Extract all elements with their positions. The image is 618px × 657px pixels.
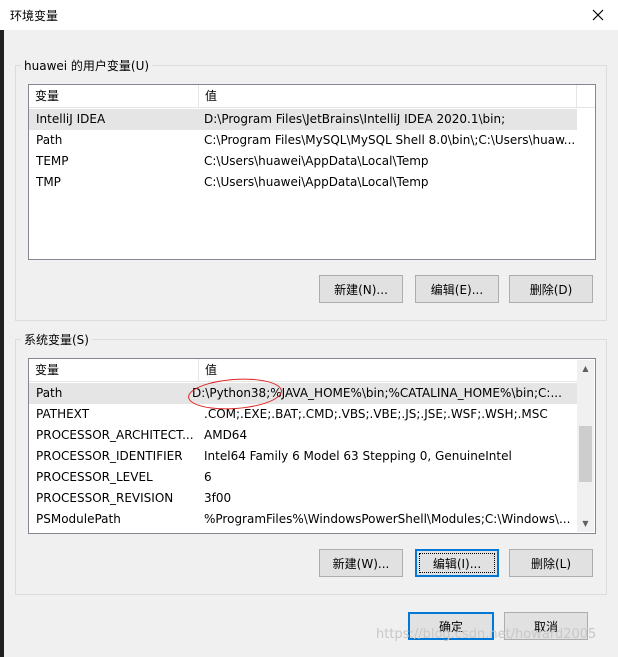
list-item[interactable]: IntelliJ IDEA D:\Program Files\JetBrains… <box>29 109 577 130</box>
variable-value: C:\Users\huawei\AppData\Local\Temp <box>204 175 429 189</box>
column-header-variable[interactable]: 变量 <box>29 359 199 381</box>
system-delete-button[interactable]: 删除(L) <box>509 549 593 577</box>
user-edit-button[interactable]: 编辑(E)... <box>415 275 499 303</box>
list-item[interactable]: Path C:\Program Files\MySQL\MySQL Shell … <box>29 130 577 151</box>
variable-name: TEMP <box>36 154 69 168</box>
system-variables-header: 变量 值 <box>29 359 577 382</box>
variable-value: AMD64 <box>204 428 248 442</box>
user-variables-title: huawei 的用户变量(U) <box>21 57 153 74</box>
watermark: https://blog.csdn.net/howard2005 <box>376 627 597 642</box>
list-item[interactable]: PROCESSOR_IDENTIFIER Intel64 Family 6 Mo… <box>29 446 577 467</box>
environment-variables-dialog: 环境变量 huawei 的用户变量(U) 变量 值 IntelliJ IDEA … <box>0 0 618 657</box>
variable-name: PSModulePath <box>36 512 121 526</box>
variable-value: C:\Program Files\MySQL\MySQL Shell 8.0\b… <box>204 133 574 147</box>
list-item[interactable]: PROCESSOR_ARCHITECT... AMD64 <box>29 425 577 446</box>
variable-value: %ProgramFiles%\WindowsPowerShell\Modules… <box>204 512 571 526</box>
variable-value: C:\Users\huawei\AppData\Local\Temp <box>204 154 429 168</box>
user-new-button[interactable]: 新建(N)... <box>319 275 403 303</box>
scroll-up-icon[interactable]: ▲ <box>577 360 594 377</box>
user-delete-button[interactable]: 删除(D) <box>509 275 593 303</box>
list-item[interactable]: PROCESSOR_REVISION 3f00 <box>29 488 577 509</box>
variable-value: D:\Program Files\JetBrains\IntelliJ IDEA… <box>204 112 506 126</box>
variable-value: 3f00 <box>204 491 232 505</box>
scroll-thumb[interactable] <box>579 426 592 482</box>
system-edit-button[interactable]: 编辑(I)... <box>415 549 499 577</box>
column-header-value[interactable]: 值 <box>199 85 579 107</box>
title-bar: 环境变量 <box>0 0 618 30</box>
variable-name: PROCESSOR_LEVEL <box>36 470 153 484</box>
user-variables-list[interactable]: 变量 值 IntelliJ IDEA D:\Program Files\JetB… <box>28 84 596 260</box>
column-header-value[interactable]: 值 <box>199 359 569 381</box>
variable-name: Path <box>36 133 63 147</box>
system-variables-list[interactable]: 变量 值 Path D:\Python38;%JAVA_HOME%\bin;%C… <box>28 358 596 534</box>
variable-value: 6 <box>204 470 212 484</box>
variable-name: PATHEXT <box>36 407 90 421</box>
column-divider[interactable] <box>576 85 577 107</box>
list-item[interactable]: Path D:\Python38;%JAVA_HOME%\bin;%CATALI… <box>29 383 577 404</box>
list-item[interactable]: PATHEXT .COM;.EXE;.BAT;.CMD;.VBS;.VBE;.J… <box>29 404 577 425</box>
variable-name: IntelliJ IDEA <box>36 112 106 126</box>
list-item[interactable]: PROCESSOR_LEVEL 6 <box>29 467 577 488</box>
variable-value: .COM;.EXE;.BAT;.CMD;.VBS;.VBE;.JS;.JSE;.… <box>204 407 548 421</box>
list-item[interactable]: TEMP C:\Users\huawei\AppData\Local\Temp <box>29 151 577 172</box>
system-new-button[interactable]: 新建(W)... <box>319 549 403 577</box>
variable-name: TMP <box>36 175 61 189</box>
list-item[interactable]: PSModulePath %ProgramFiles%\WindowsPower… <box>29 509 577 530</box>
scroll-down-icon[interactable]: ▼ <box>577 515 594 532</box>
column-header-variable[interactable]: 变量 <box>29 85 199 107</box>
variable-name: Path <box>36 386 63 400</box>
background-window-edge <box>0 30 4 657</box>
vertical-scrollbar[interactable]: ▲ ▼ <box>577 360 594 532</box>
variable-name: PROCESSOR_ARCHITECT... <box>36 428 194 442</box>
window-title: 环境变量 <box>10 9 59 23</box>
variable-name: PROCESSOR_REVISION <box>36 491 174 505</box>
close-icon[interactable] <box>578 0 618 30</box>
variable-name: PROCESSOR_IDENTIFIER <box>36 449 183 463</box>
list-item[interactable]: TMP C:\Users\huawei\AppData\Local\Temp <box>29 172 577 193</box>
variable-value: Intel64 Family 6 Model 63 Stepping 0, Ge… <box>204 449 512 463</box>
user-variables-header: 变量 值 <box>29 85 595 108</box>
system-variables-title: 系统变量(S) <box>21 331 92 348</box>
